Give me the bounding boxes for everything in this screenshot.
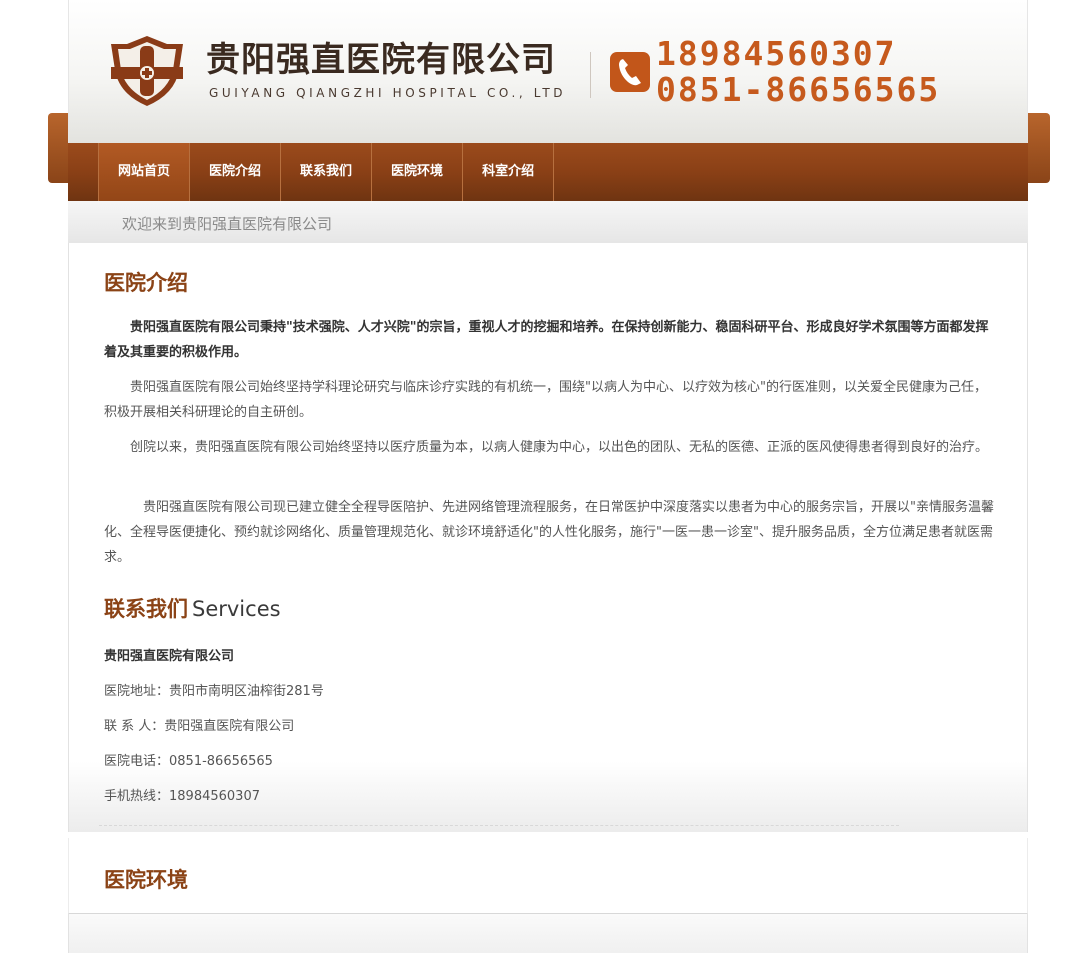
contact-address: 医院地址：贵阳市南明区油榨街281号 [104,684,324,699]
contact-title: 联系我们 Services [104,593,281,623]
nav-item-environment[interactable]: 医院环境 [372,143,464,201]
environment-title: 医院环境 [104,868,188,892]
contact-person: 联 系 人：贵阳强直医院有限公司 [104,719,295,734]
nav-item-about[interactable]: 医院介绍 [190,143,282,201]
contact-company: 贵阳强直医院有限公司 [104,649,235,664]
welcome-text: 欢迎来到贵阳强直医院有限公司 [122,215,333,233]
hospital-logo-icon[interactable] [109,34,185,108]
company-name-cn: 贵阳强直医院有限公司 [206,40,556,80]
nav-item-departments[interactable]: 科室介绍 [463,143,555,201]
contact-title-en: Services [192,597,281,621]
main-nav: 网站首页 医院介绍 联系我们 医院环境 科室介绍 [68,143,1028,201]
nav-ribbon-right [1028,113,1050,183]
environment-gallery-area [68,914,1028,953]
contact-title-cn: 联系我们 [104,597,188,621]
nav-item-home[interactable]: 网站首页 [98,143,191,201]
welcome-bar: 欢迎来到贵阳强直医院有限公司 [68,201,1028,243]
contact-mobile: 手机热线：18984560307 [104,789,260,804]
environment-section: 医院环境 [68,838,1028,914]
intro-paragraph-4: 贵阳强直医院有限公司现已建立健全全程导医陪护、先进网络管理流程服务，在日常医护中… [104,500,994,565]
intro-title: 医院介绍 [104,271,188,295]
site-header: 贵阳强直医院有限公司 GUIYANG QIANGZHI HOSPITAL CO.… [68,0,1028,143]
header-divider [590,52,591,98]
hotline-landline[interactable]: 0851-86656565 [656,72,940,108]
nav-ribbon-left [48,113,70,183]
main-content: 医院介绍 贵阳强直医院有限公司秉持"技术强院、人才兴院"的宗旨，重视人才的挖掘和… [68,243,1028,832]
intro-paragraph-3: 创院以来，贵阳强直医院有限公司始终坚持以医疗质量为本，以病人健康为中心，以出色的… [130,440,989,455]
phone-icon [610,52,650,92]
nav-item-contact[interactable]: 联系我们 [281,143,373,201]
company-name-en: GUIYANG QIANGZHI HOSPITAL CO., LTD [209,86,567,100]
contact-phone: 医院电话：0851-86656565 [104,754,273,769]
content-divider [99,825,899,826]
hotline-mobile[interactable]: 18984560307 [656,36,897,72]
intro-paragraph-1: 贵阳强直医院有限公司秉持"技术强院、人才兴院"的宗旨，重视人才的挖掘和培养。在保… [104,320,989,360]
intro-paragraph-2: 贵阳强直医院有限公司始终坚持学科理论研究与临床诊疗实践的有机统一，围绕"以病人为… [104,380,987,420]
